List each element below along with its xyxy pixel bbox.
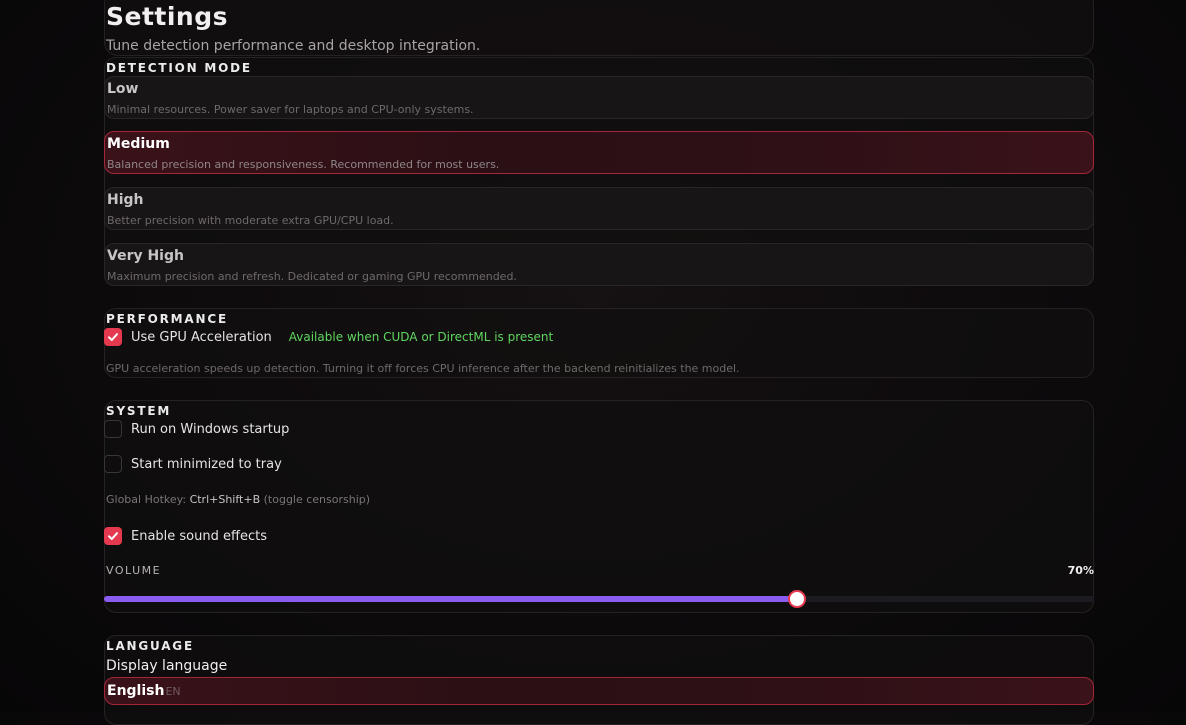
mode-option-low[interactable]: Low Minimal resources. Power saver for l… (104, 76, 1094, 119)
mode-name: Very High (107, 248, 184, 264)
hotkey-keys: Ctrl+Shift+B (189, 493, 261, 506)
volume-slider-thumb[interactable] (788, 590, 806, 608)
volume-slider-fill (104, 596, 797, 602)
language-code: EN (165, 684, 181, 698)
gpu-acceleration-label: Use GPU Acceleration (131, 329, 272, 345)
volume-label: VOLUME (106, 564, 162, 577)
global-hotkey-text: Global Hotkey: Ctrl+Shift+B (toggle cens… (106, 493, 370, 506)
sound-effects-label: Enable sound effects (131, 528, 267, 544)
mode-option-very-high[interactable]: Very High Maximum precision and refresh.… (104, 243, 1094, 286)
checkmark-icon (108, 532, 118, 540)
mode-option-medium[interactable]: Medium Balanced precision and responsive… (104, 131, 1094, 174)
language-title: LANGUAGE (106, 639, 194, 653)
gpu-acceleration-checkbox[interactable] (104, 328, 122, 346)
page-title: Settings (106, 2, 229, 31)
minimized-label: Start minimized to tray (131, 456, 282, 472)
mode-desc: Balanced precision and responsiveness. R… (107, 158, 500, 171)
gpu-availability-badge: Available when CUDA or DirectML is prese… (288, 330, 554, 344)
mode-desc: Minimal resources. Power saver for lapto… (107, 103, 474, 116)
system-title: SYSTEM (106, 404, 172, 418)
gpu-help-text: GPU acceleration speeds up detection. Tu… (106, 362, 740, 375)
volume-value: 70% (1067, 564, 1094, 577)
startup-label: Run on Windows startup (131, 421, 290, 437)
mode-option-high[interactable]: High Better precision with moderate extr… (104, 187, 1094, 230)
hotkey-prefix: Global Hotkey: (106, 493, 187, 506)
gpu-acceleration-row: Use GPU Acceleration Available when CUDA… (104, 327, 553, 347)
page-subtitle: Tune detection performance and desktop i… (106, 38, 481, 54)
sound-effects-row: Enable sound effects (104, 526, 267, 546)
minimized-row: Start minimized to tray (104, 454, 282, 474)
sound-effects-checkbox[interactable] (104, 527, 122, 545)
performance-title: PERFORMANCE (106, 312, 228, 326)
minimized-checkbox[interactable] (104, 455, 122, 473)
startup-row: Run on Windows startup (104, 419, 289, 439)
language-option-english[interactable]: English EN (104, 677, 1094, 705)
mode-desc: Better precision with moderate extra GPU… (107, 214, 394, 227)
startup-checkbox[interactable] (104, 420, 122, 438)
detection-mode-title: DETECTION MODE (106, 61, 252, 75)
mode-name: Low (107, 81, 139, 97)
mode-desc: Maximum precision and refresh. Dedicated… (107, 270, 517, 283)
hotkey-suffix: (toggle censorship) (263, 493, 371, 506)
language-name: English (107, 683, 165, 699)
display-language-label: Display language (106, 658, 228, 674)
mode-name: High (107, 192, 144, 208)
volume-slider[interactable] (104, 590, 1094, 608)
mode-name: Medium (107, 136, 170, 152)
checkmark-icon (108, 333, 118, 341)
